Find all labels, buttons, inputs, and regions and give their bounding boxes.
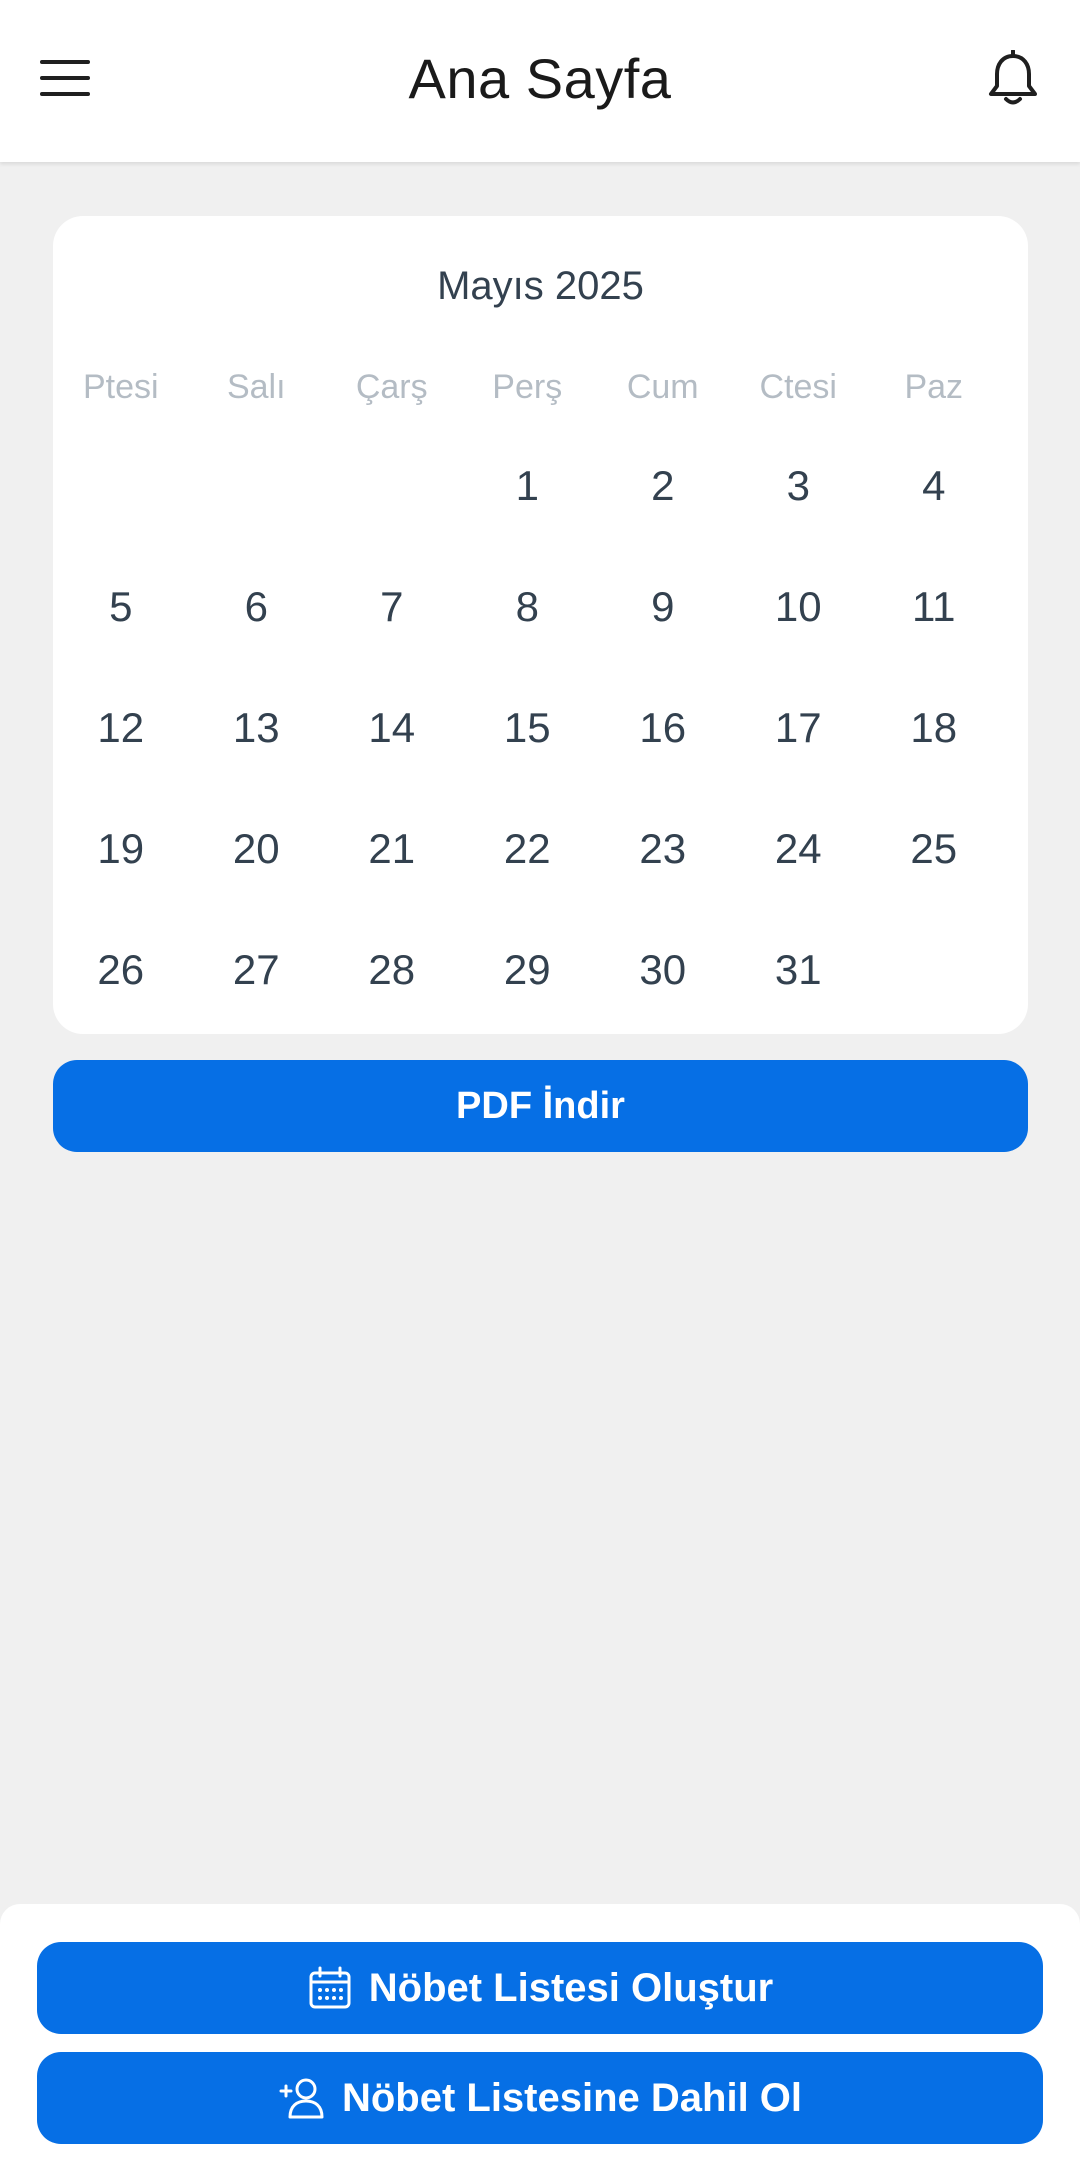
calendar-day[interactable]: 22 [460, 819, 596, 879]
bottom-action-panel: Nöbet Listesi Oluştur Nöbet Listesine Da… [0, 1904, 1080, 2175]
calendar-day-empty [324, 456, 460, 516]
pdf-download-button[interactable]: PDF İndir [53, 1060, 1028, 1152]
calendar-day[interactable]: 28 [324, 940, 460, 1000]
calendar-day[interactable]: 23 [595, 819, 731, 879]
weekday-label: Cum [626, 368, 699, 406]
calendar-day[interactable]: 3 [731, 456, 867, 516]
calendar-day[interactable]: 12 [53, 698, 189, 758]
calendar-day[interactable]: 26 [53, 940, 189, 1000]
calendar-day[interactable]: 25 [866, 819, 1002, 879]
weekday-label: Paz [904, 368, 964, 406]
calendar-day[interactable]: 24 [731, 819, 867, 879]
user-plus-icon [278, 2075, 326, 2121]
weekday-label: Ptesi [82, 368, 159, 406]
calendar-week-row: 1 2 3 4 [53, 456, 1028, 516]
create-duty-list-button[interactable]: Nöbet Listesi Oluştur [37, 1942, 1043, 2034]
weekday-header-row: Ptesi Salı Çarş Perş Cum Ctesi Paz [53, 368, 1028, 407]
calendar-week-row: 26 27 28 29 30 31 [53, 940, 1028, 1000]
calendar-day[interactable]: 10 [731, 577, 867, 637]
calendar-week-row: 5 6 7 8 9 10 11 [53, 577, 1028, 637]
calendar-day[interactable]: 13 [189, 698, 325, 758]
calendar-day-empty [189, 456, 325, 516]
weekday-label: Çarş [355, 368, 428, 406]
weekday-label: Ctesi [759, 368, 837, 406]
calendar-day[interactable]: 18 [866, 698, 1002, 758]
calendar-day[interactable]: 16 [595, 698, 731, 758]
calendar-week-row: 12 13 14 15 16 17 18 [53, 698, 1028, 758]
weekday-label: Salı [226, 368, 286, 406]
calendar-day-empty [53, 456, 189, 516]
calendar-day[interactable]: 19 [53, 819, 189, 879]
calendar-icon [307, 1965, 353, 2011]
calendar-day[interactable]: 21 [324, 819, 460, 879]
calendar-day[interactable]: 2 [595, 456, 731, 516]
create-duty-list-label: Nöbet Listesi Oluştur [368, 1965, 774, 2010]
weekday-label: Perş [492, 368, 563, 406]
app-header: Ana Sayfa [0, 0, 1080, 162]
calendar-day[interactable]: 15 [460, 698, 596, 758]
join-duty-list-button[interactable]: Nöbet Listesine Dahil Ol [37, 2052, 1043, 2144]
calendar-day[interactable]: 30 [595, 940, 731, 1000]
page-title: Ana Sayfa [408, 47, 672, 110]
calendar-day[interactable]: 8 [460, 577, 596, 637]
calendar-day[interactable]: 6 [189, 577, 325, 637]
calendar-day-empty [866, 940, 1002, 1000]
calendar-day[interactable]: 4 [866, 456, 1002, 516]
calendar-day[interactable]: 31 [731, 940, 867, 1000]
join-duty-list-label: Nöbet Listesine Dahil Ol [341, 2075, 803, 2120]
calendar-day[interactable]: 29 [460, 940, 596, 1000]
calendar-day[interactable]: 17 [731, 698, 867, 758]
calendar-day[interactable]: 20 [189, 819, 325, 879]
calendar-card: Mayıs 2025 Ptesi Salı Çarş Perş Cum Ctes… [53, 216, 1028, 1034]
calendar-day[interactable]: 5 [53, 577, 189, 637]
calendar-day[interactable]: 9 [595, 577, 731, 637]
calendar-day[interactable]: 14 [324, 698, 460, 758]
calendar-week-row: 19 20 21 22 23 24 25 [53, 819, 1028, 879]
calendar-month-label: Mayıs 2025 [437, 264, 644, 308]
calendar-day[interactable]: 27 [189, 940, 325, 1000]
calendar-day[interactable]: 7 [324, 577, 460, 637]
calendar-day[interactable]: 1 [460, 456, 596, 516]
bell-icon[interactable] [986, 49, 1040, 108]
calendar-day[interactable]: 11 [866, 577, 1002, 637]
